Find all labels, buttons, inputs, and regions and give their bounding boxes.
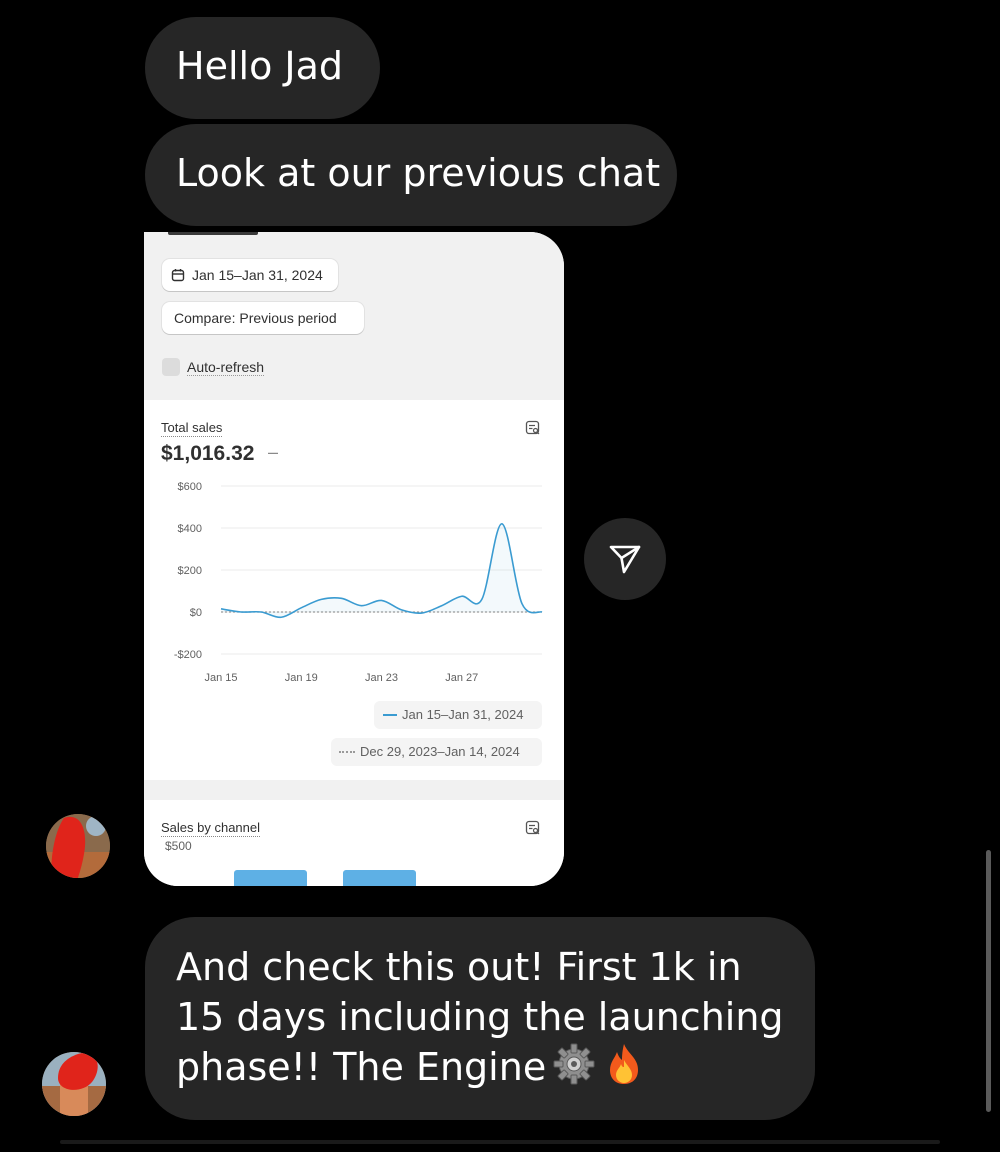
shared-screenshot[interactable]: Jan 15–Jan 31, 2024 Compare: Previous pe… <box>144 232 564 886</box>
compare-label: Compare: Previous period <box>174 310 337 326</box>
share-button[interactable] <box>584 518 666 600</box>
message-bubble[interactable]: And check this out! First 1k in 15 days … <box>145 917 815 1120</box>
composer-edge <box>60 1140 940 1144</box>
message-text: Look at our previous chat <box>176 151 661 195</box>
total-sales-chart: $600 $400 $200 $0 -$200 Jan 15 Jan 19 Jan 23 Ja… <box>174 481 543 684</box>
y-tick-label: $200 <box>178 565 202 577</box>
chart-explore-icon[interactable] <box>525 820 541 836</box>
y-tick-label: $0 <box>190 607 202 619</box>
message-text: And check this out! First 1k in 15 days … <box>176 945 784 1089</box>
message-text: Hello Jad <box>176 44 344 88</box>
channel-bar <box>343 870 416 886</box>
y-tick-label: $600 <box>178 481 202 493</box>
message-bubble[interactable]: Look at our previous chat <box>145 124 677 226</box>
auto-refresh-checkbox[interactable] <box>162 358 180 376</box>
message-bubble[interactable]: Hello Jad <box>145 17 380 119</box>
total-sales-value: $1,016.32 <box>161 442 255 465</box>
send-icon <box>609 545 641 574</box>
section-divider <box>144 780 564 800</box>
sales-by-channel-title: Sales by channel <box>161 820 261 837</box>
avatar[interactable] <box>42 1052 106 1116</box>
legend-swatch-solid <box>383 714 397 716</box>
fire-icon <box>610 1044 639 1084</box>
compare-button[interactable]: Compare: Previous period <box>162 302 364 334</box>
x-tick-label: Jan 27 <box>445 672 478 684</box>
total-sales-card: Total sales $1,016.32 – $600 $400 $200 $0 -$… <box>144 400 564 780</box>
scrollbar[interactable] <box>986 850 991 1112</box>
legend-current-period[interactable]: Jan 15–Jan 31, 2024 <box>374 701 542 729</box>
y-tick-label: -$200 <box>174 649 202 661</box>
redacted-avatar-image <box>46 814 110 878</box>
channel-axis-label: $500 <box>165 839 192 853</box>
date-range-label: Jan 15–Jan 31, 2024 <box>192 267 323 283</box>
legend-label: Dec 29, 2023–Jan 14, 2024 <box>360 744 520 759</box>
total-sales-title: Total sales <box>161 420 223 437</box>
y-tick-label: $400 <box>178 523 202 535</box>
x-tick-label: Jan 15 <box>204 672 237 684</box>
sales-by-channel-card: Sales by channel $500 <box>144 800 564 886</box>
series-area-current <box>221 523 542 618</box>
date-range-button[interactable]: Jan 15–Jan 31, 2024 <box>162 259 338 291</box>
channel-bar <box>234 870 307 886</box>
x-tick-label: Jan 23 <box>365 672 398 684</box>
legend-swatch-dotted <box>339 751 355 753</box>
calendar-icon <box>171 269 185 282</box>
legend-label: Jan 15–Jan 31, 2024 <box>402 707 524 722</box>
avatar[interactable] <box>46 814 110 878</box>
x-tick-label: Jan 19 <box>285 672 318 684</box>
gear-icon <box>553 1043 595 1085</box>
redacted-avatar-image <box>42 1052 106 1116</box>
legend-previous-period[interactable]: Dec 29, 2023–Jan 14, 2024 <box>331 738 542 766</box>
total-sales-change: – <box>268 442 279 462</box>
cropped-title <box>168 232 258 235</box>
chart-explore-icon[interactable] <box>525 420 541 436</box>
auto-refresh-label: Auto-refresh <box>187 359 265 376</box>
filters-panel: Jan 15–Jan 31, 2024 Compare: Previous pe… <box>144 232 564 400</box>
